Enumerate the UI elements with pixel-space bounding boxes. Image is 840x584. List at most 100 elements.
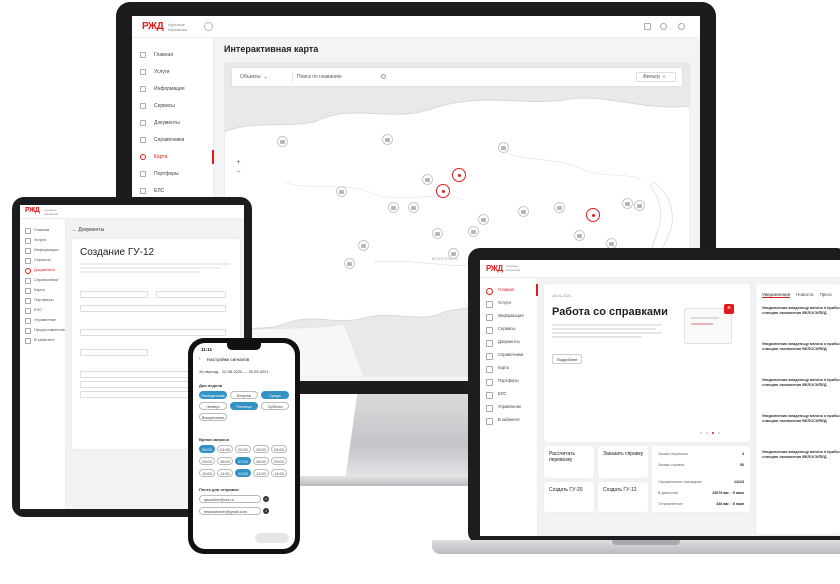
option-chip[interactable]: 14:00 <box>271 469 287 477</box>
map-marker[interactable] <box>634 200 645 211</box>
sidebar-item[interactable]: Главная <box>480 284 538 296</box>
option-chip[interactable]: 05:00 <box>199 457 215 465</box>
back-arrow-icon[interactable]: ‹ <box>199 356 201 362</box>
option-chip[interactable]: 11:00 <box>217 469 233 477</box>
map-marker[interactable] <box>478 214 489 225</box>
settings-icon[interactable] <box>660 23 667 30</box>
rzd-logo[interactable]: РЖД <box>142 21 164 32</box>
breadcrumb[interactable]: ← Документы <box>72 227 104 233</box>
sidebar-item[interactable]: Услуги <box>480 297 538 309</box>
menu-toggle-icon[interactable] <box>204 22 213 31</box>
option-chip[interactable]: 01:00 <box>217 445 233 453</box>
sidebar-item[interactable]: Справочники <box>480 349 538 361</box>
map-marker[interactable] <box>358 240 369 251</box>
map-search-input[interactable]: Поиск по названию <box>292 72 388 82</box>
slider-dots[interactable] <box>700 432 730 435</box>
remove-icon[interactable]: × <box>263 496 269 502</box>
map-marker[interactable] <box>344 258 355 269</box>
quick-card-calc[interactable]: Рассчитать перевозку <box>544 446 594 478</box>
option-chip[interactable]: Вторник <box>230 391 258 399</box>
period-row[interactable]: За период 20.08.2020 — 25.09.2021 <box>199 369 268 374</box>
filter-button[interactable]: Фильтр ≡ <box>636 72 676 82</box>
option-chip[interactable]: 07:00 <box>235 457 251 465</box>
sidebar-item[interactable]: Портферы <box>20 295 66 304</box>
email-chip[interactable]: testcustomer@gmail.com <box>199 507 261 515</box>
sidebar-item[interactable]: Информация <box>132 82 214 96</box>
form-field[interactable] <box>156 291 226 298</box>
form-field[interactable] <box>80 349 148 356</box>
zoom-in-button[interactable]: + <box>234 158 243 167</box>
map-marker[interactable] <box>518 206 529 217</box>
sidebar-item[interactable]: Сервисы <box>20 255 66 264</box>
quick-card-gu12[interactable]: Создать ГУ-12 <box>598 482 648 512</box>
objects-select[interactable]: Объекты ▾ <box>240 72 288 82</box>
sidebar-item[interactable]: ЕЛС <box>132 184 214 198</box>
option-chip[interactable]: Понедельник <box>199 391 227 399</box>
sidebar-item[interactable]: Документы <box>132 116 214 130</box>
dot[interactable] <box>706 432 708 434</box>
news-item[interactable]: Уведомления владельцу вагона о прибытии … <box>762 414 840 423</box>
sidebar-item[interactable]: Сервисы <box>480 323 538 335</box>
option-chip[interactable]: Суббота <box>261 402 289 410</box>
option-chip[interactable]: 09:00 <box>271 457 287 465</box>
quick-card-gu20[interactable]: Создать ГУ-20 <box>544 482 594 512</box>
sidebar-item[interactable]: Управление <box>480 401 538 413</box>
option-chip[interactable]: Пятница <box>230 402 258 410</box>
sidebar-item[interactable]: Документы <box>20 265 66 274</box>
form-field[interactable] <box>80 291 148 298</box>
map-marker[interactable] <box>422 174 433 185</box>
map-marker[interactable] <box>554 202 565 213</box>
map-marker[interactable] <box>277 136 288 147</box>
sidebar-item[interactable]: Карта <box>20 285 66 294</box>
map-marker[interactable] <box>382 134 393 145</box>
mail-icon[interactable] <box>644 23 651 30</box>
sidebar-item[interactable]: Карта <box>480 362 538 374</box>
sidebar-item[interactable]: Сервисы <box>132 99 214 113</box>
option-chip[interactable]: 08:00 <box>253 457 269 465</box>
dot[interactable] <box>718 432 720 434</box>
map-marker[interactable] <box>388 202 399 213</box>
sidebar-item[interactable]: Информация <box>480 310 538 322</box>
option-chip[interactable]: 00:00 <box>199 445 215 453</box>
sidebar-item[interactable]: В кабинете <box>20 335 66 344</box>
option-chip[interactable]: 04:00 <box>271 445 287 453</box>
news-item[interactable]: Уведомления владельцу вагона о прибытии … <box>762 450 840 459</box>
sidebar-item[interactable]: Справочники <box>132 133 214 147</box>
news-item[interactable]: Уведомления владельцу вагона о прибытии … <box>762 306 840 315</box>
map-marker[interactable] <box>574 230 585 241</box>
option-chip[interactable]: 03:00 <box>253 445 269 453</box>
sidebar-item[interactable]: Главная <box>132 48 214 62</box>
close-icon[interactable]: × <box>724 304 734 314</box>
back-arrow-icon[interactable]: ← <box>72 227 77 233</box>
sidebar-item[interactable]: Управление <box>20 315 66 324</box>
zoom-out-button[interactable]: − <box>234 168 243 177</box>
map-marker[interactable] <box>468 226 479 237</box>
tab-press[interactable]: Пресс <box>820 292 833 298</box>
map-marker-selected[interactable] <box>436 184 450 198</box>
sidebar-item[interactable]: Услуги <box>132 65 214 79</box>
profile-icon[interactable] <box>678 23 685 30</box>
option-chip[interactable]: 10:00 <box>199 469 215 477</box>
tab-news[interactable]: Новости <box>796 292 813 298</box>
rzd-logo[interactable]: РЖД <box>25 207 40 214</box>
form-field[interactable] <box>80 329 226 336</box>
option-chip[interactable]: 12:00 <box>235 469 251 477</box>
option-chip[interactable]: 13:00 <box>253 469 269 477</box>
option-chip[interactable]: Воскресенье <box>199 413 227 421</box>
sidebar-item[interactable]: Главная <box>20 225 66 234</box>
option-chip[interactable]: 06:00 <box>217 457 233 465</box>
remove-icon[interactable]: × <box>263 508 269 514</box>
email-chip[interactable]: apsonline@rzd.ru <box>199 495 261 503</box>
sidebar-item[interactable]: ЕЛС <box>20 305 66 314</box>
map-marker[interactable] <box>408 202 419 213</box>
sidebar-item[interactable]: Информация <box>20 245 66 254</box>
rzd-logo[interactable]: РЖД <box>486 264 503 273</box>
sidebar-item[interactable]: Портферы <box>132 167 214 181</box>
sidebar-item[interactable]: Документы <box>480 336 538 348</box>
map-marker[interactable] <box>336 186 347 197</box>
dot[interactable] <box>700 432 702 434</box>
sidebar-item[interactable]: Справочники <box>20 275 66 284</box>
quick-card-order[interactable]: Заказать справку <box>598 446 648 478</box>
map-marker[interactable] <box>622 198 633 209</box>
map-marker[interactable] <box>432 228 443 239</box>
